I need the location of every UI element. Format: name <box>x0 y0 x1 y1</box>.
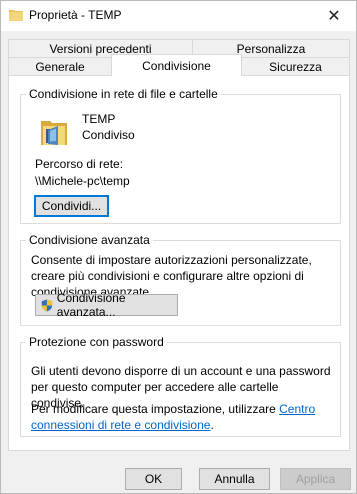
network-center-link-part1[interactable]: Centro <box>279 402 315 416</box>
share-button[interactable]: Condividi... <box>34 195 109 217</box>
folder-icon <box>9 10 23 21</box>
title-bar: Proprietà - TEMP ✕ <box>1 1 356 31</box>
window-title: Proprietà - TEMP <box>29 8 122 22</box>
folder-name: TEMP <box>82 112 116 126</box>
network-sharing-group: Condivisione in rete di file e cartelle … <box>20 87 341 224</box>
password-protection-group: Protezione con password Gli utenti devon… <box>20 335 341 437</box>
advanced-sharing-group: Condivisione avanzata Consente di impost… <box>20 233 341 326</box>
advanced-sharing-title: Condivisione avanzata <box>26 233 153 247</box>
uac-shield-icon <box>41 298 53 312</box>
password-protection-title: Protezione con password <box>26 335 167 349</box>
network-center-link-part2[interactable]: connessioni di rete e condivisione <box>31 418 210 432</box>
share-status: Condiviso <box>82 128 135 142</box>
properties-window: Proprietà - TEMP ✕ Versioni precedenti P… <box>0 0 357 494</box>
close-icon: ✕ <box>327 8 341 25</box>
tab-sharing[interactable]: Condivisione <box>111 54 242 76</box>
network-path-label: Percorso di rete: <box>35 157 124 171</box>
tab-security[interactable]: Sicurezza <box>241 57 350 76</box>
ok-button[interactable]: OK <box>125 468 182 490</box>
apply-button: Applica <box>280 468 351 490</box>
network-path-value: \\Michele-pc\temp <box>35 174 130 188</box>
advanced-sharing-button[interactable]: Condivisione avanzata... <box>35 291 178 319</box>
cancel-button[interactable]: Annulla <box>199 468 270 490</box>
close-button[interactable]: ✕ <box>312 1 356 31</box>
shared-folder-icon <box>41 121 67 145</box>
tab-general[interactable]: Generale <box>8 57 112 76</box>
network-sharing-title: Condivisione in rete di file e cartelle <box>26 87 221 101</box>
sharing-panel: Condivisione in rete di file e cartelle … <box>8 75 350 451</box>
password-change-text: Per modificare questa impostazione, util… <box>31 402 316 432</box>
